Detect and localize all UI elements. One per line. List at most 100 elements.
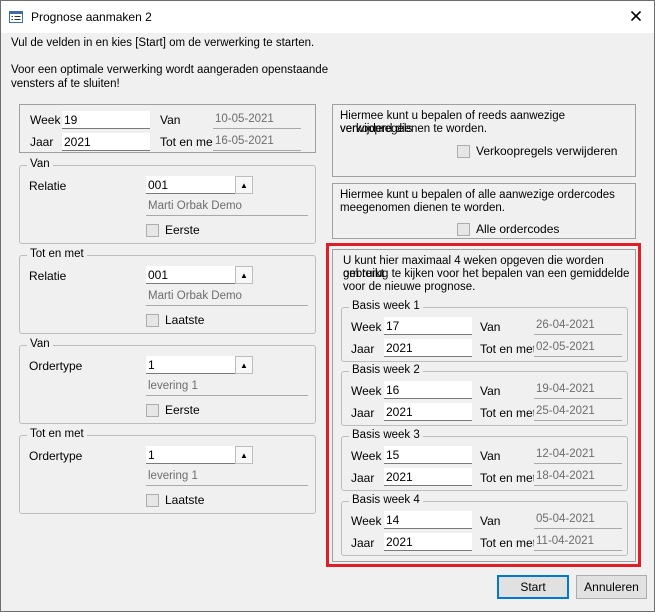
week-label: Week: [351, 384, 382, 398]
basis-week-3-legend: Basis week 3: [349, 429, 423, 441]
tot-en-met-label: Tot en met: [480, 406, 537, 420]
basis-week-4-legend: Basis week 4: [349, 494, 423, 506]
triangle-up-icon: ▲: [240, 360, 248, 370]
close-button[interactable]: [621, 4, 651, 30]
triangle-up-icon: ▲: [240, 450, 248, 460]
van-label: Van: [480, 384, 501, 398]
verkoopregels-verwijderen-label: Verkoopregels verwijderen: [476, 144, 618, 158]
basis-week-3-week-input[interactable]: 15: [384, 446, 472, 464]
tot-en-met-label: Tot en met: [480, 471, 537, 485]
ordertype-tot-group: Tot en met Ordertype 1 ▲ levering 1 Laat…: [19, 428, 316, 514]
basis-week-1-week-input[interactable]: 17: [384, 317, 472, 335]
basis-week-1-jaar-input[interactable]: 2021: [384, 339, 472, 357]
ordertype-van-group: Van Ordertype 1 ▲ levering 1 Eerste: [19, 338, 316, 424]
jaar-label: Jaar: [30, 135, 54, 149]
relatie-tot-input[interactable]: 001: [146, 266, 235, 284]
van-date-field: 10-05-2021: [213, 111, 301, 129]
relatie-label: Relatie: [29, 179, 67, 193]
basis-week-4-week-input[interactable]: 14: [384, 511, 472, 529]
checkbox-box[interactable]: [457, 222, 470, 236]
laatste-label: Laatste: [165, 493, 205, 507]
ordercodes-panel: Hiermee kunt u bepalen of alle aanwezige…: [332, 183, 636, 239]
checkbox-box[interactable]: [146, 313, 159, 327]
basis-week-2-jaar-input[interactable]: 2021: [384, 403, 472, 421]
jaar-label: Jaar: [351, 536, 375, 550]
start-button[interactable]: Start: [497, 575, 569, 599]
basis-week-4-van: 05-04-2021: [534, 511, 622, 529]
basis-week-2-tot: 25-04-2021: [534, 403, 622, 421]
week-input[interactable]: 19: [62, 111, 150, 129]
ordercodes-info-1: Hiermee kunt u bepalen of alle aanwezige…: [340, 189, 615, 201]
jaar-label: Jaar: [351, 406, 375, 420]
period-panel: Week 19 Van 10-05-2021 Jaar 2021 Tot en …: [19, 104, 316, 153]
annuleren-button[interactable]: Annuleren: [576, 575, 647, 599]
ordertype-van-legend: Van: [27, 338, 53, 350]
ordertype-tot-input[interactable]: 1: [146, 446, 235, 464]
triangle-up-icon: ▲: [240, 180, 248, 190]
intro-text: Vul de velden in en kies [Start] om de v…: [11, 37, 315, 49]
verkoopregels-panel: Hiermee kunt u bepalen of reeds aanwezig…: [332, 104, 636, 177]
basis-info-3: voor de nieuwe prognose.: [343, 281, 476, 293]
basis-week-2-group: Basis week 2 Week 16 Van 19-04-2021 Jaar…: [341, 364, 628, 426]
basis-week-1-tot: 02-05-2021: [534, 339, 622, 357]
basis-week-3-van: 12-04-2021: [534, 446, 622, 464]
van-label: Van: [480, 514, 501, 528]
ordertype-van-lookup-button[interactable]: ▲: [235, 356, 253, 374]
alle-ordercodes-label: Alle ordercodes: [476, 222, 560, 236]
relatie-tot-lookup-button[interactable]: ▲: [235, 266, 253, 284]
relatie-tot-name: Marti Orbak Demo: [146, 288, 308, 306]
laatste-ordertype-checkbox[interactable]: Laatste: [146, 493, 204, 507]
close-icon: [630, 10, 642, 24]
verkoopregels-info-2: verwijderd dienen te worden.: [340, 123, 488, 135]
week-label: Week: [30, 113, 61, 127]
checkbox-box[interactable]: [457, 144, 470, 158]
basis-week-1-legend: Basis week 1: [349, 300, 423, 312]
week-label: Week: [351, 449, 382, 463]
jaar-label: Jaar: [351, 471, 375, 485]
eerste-label: Eerste: [165, 403, 200, 417]
relatie-van-lookup-button[interactable]: ▲: [235, 176, 253, 194]
basis-week-2-week-input[interactable]: 16: [384, 381, 472, 399]
relatie-tot-legend: Tot en met: [27, 248, 87, 260]
eerste-relatie-checkbox[interactable]: Eerste: [146, 223, 200, 237]
jaar-input[interactable]: 2021: [62, 133, 150, 151]
week-label: Week: [351, 514, 382, 528]
basis-week-4-tot: 11-04-2021: [534, 533, 622, 551]
relatie-van-group: Van Relatie 001 ▲ Marti Orbak Demo Eerst…: [19, 158, 316, 244]
relatie-label: Relatie: [29, 269, 67, 283]
ordertype-tot-lookup-button[interactable]: ▲: [235, 446, 253, 464]
dialog-window: Prognose aanmaken 2 Vul de velden in en …: [0, 0, 655, 612]
relatie-tot-group: Tot en met Relatie 001 ▲ Marti Orbak Dem…: [19, 248, 316, 334]
ordertype-label: Ordertype: [29, 449, 83, 463]
laatste-label: Laatste: [165, 313, 205, 327]
relatie-van-input[interactable]: 001: [146, 176, 235, 194]
ordercodes-info-2: meegenomen dienen te worden.: [340, 202, 505, 214]
tot-en-met-label: Tot en met: [480, 342, 537, 356]
title-bar[interactable]: Prognose aanmaken 2: [1, 1, 654, 33]
basis-week-2-van: 19-04-2021: [534, 381, 622, 399]
basis-week-4-jaar-input[interactable]: 2021: [384, 533, 472, 551]
van-label: Van: [480, 449, 501, 463]
eerste-ordertype-checkbox[interactable]: Eerste: [146, 403, 200, 417]
basis-week-1-group: Basis week 1 Week 17 Van 26-04-2021 Jaar…: [341, 300, 628, 362]
checkbox-box[interactable]: [146, 493, 159, 507]
checkbox-box[interactable]: [146, 223, 159, 237]
alle-ordercodes-checkbox[interactable]: Alle ordercodes: [457, 222, 559, 236]
window-title: Prognose aanmaken 2: [31, 10, 152, 24]
laatste-relatie-checkbox[interactable]: Laatste: [146, 313, 204, 327]
tot-en-met-label: Tot en met: [480, 536, 537, 550]
relatie-van-name: Marti Orbak Demo: [146, 198, 308, 216]
basis-week-3-jaar-input[interactable]: 2021: [384, 468, 472, 486]
verkoopregels-verwijderen-checkbox[interactable]: Verkoopregels verwijderen: [457, 144, 617, 158]
basis-week-4-group: Basis week 4 Week 14 Van 05-04-2021 Jaar…: [341, 494, 628, 556]
week-label: Week: [351, 320, 382, 334]
intro-warning-2: vensters af te sluiten!: [11, 78, 120, 90]
intro-warning-1: Voor een optimale verwerking wordt aange…: [11, 64, 329, 76]
form-list-icon: [9, 11, 23, 23]
tot-en-met-label: Tot en met: [160, 135, 217, 149]
ordertype-van-input[interactable]: 1: [146, 356, 235, 374]
ordertype-tot-legend: Tot en met: [27, 428, 87, 440]
jaar-label: Jaar: [351, 342, 375, 356]
basis-week-3-group: Basis week 3 Week 15 Van 12-04-2021 Jaar…: [341, 429, 628, 491]
checkbox-box[interactable]: [146, 403, 159, 417]
